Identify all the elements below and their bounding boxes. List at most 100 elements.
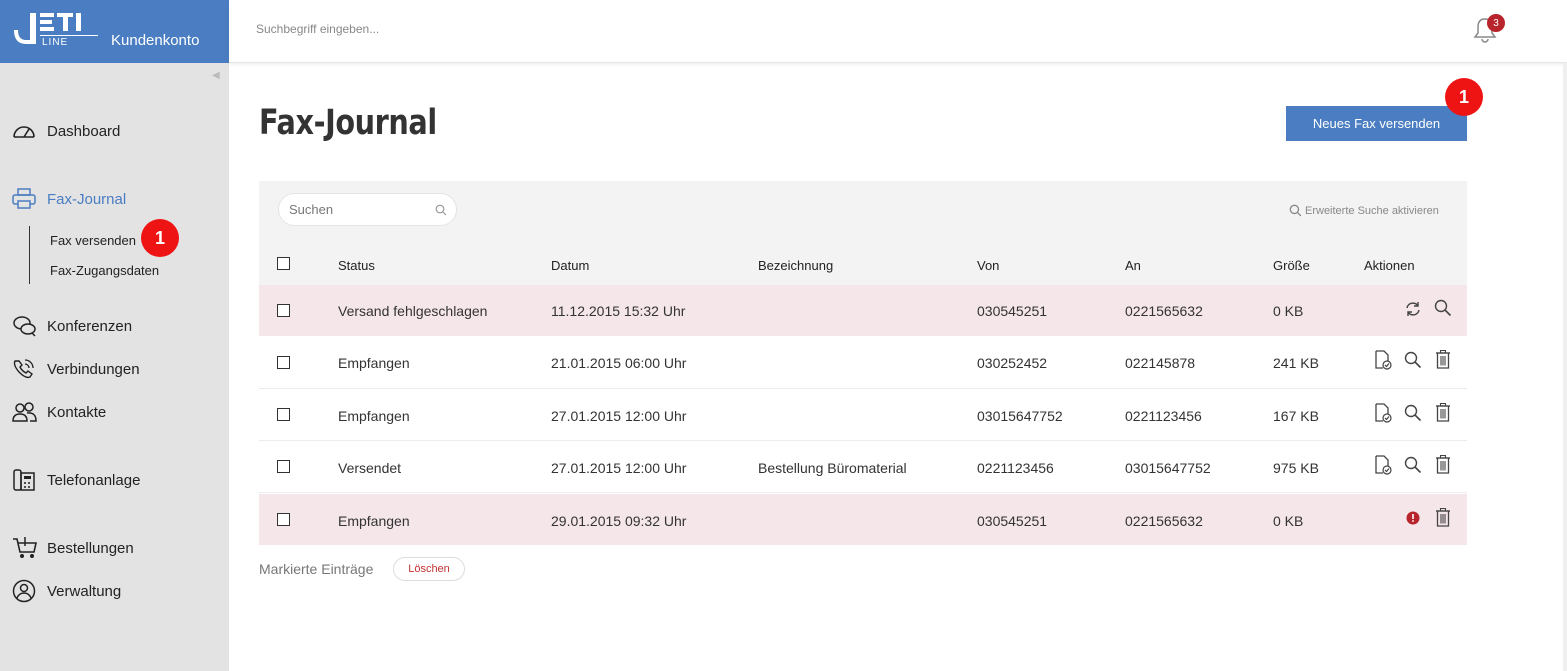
svg-text:LINE: LINE	[42, 37, 68, 48]
sidebar-item-label: Telefonanlage	[47, 471, 141, 489]
document-check-icon[interactable]	[1373, 455, 1393, 475]
row-size: 975 KB	[1273, 460, 1319, 476]
row-to: 03015647752	[1125, 460, 1211, 476]
submenu-line	[29, 226, 30, 284]
row-size: 0 KB	[1273, 303, 1304, 319]
column-header-an[interactable]: An	[1125, 258, 1141, 273]
step-marker: 1	[1445, 78, 1483, 116]
sidebar-item-bestellungen[interactable]: Bestellungen	[12, 536, 134, 560]
collapse-sidebar-icon[interactable]: ◀	[212, 70, 220, 81]
row-status: Versand fehlgeschlagen	[338, 303, 488, 319]
sidebar-item-verwaltung[interactable]: Verwaltung	[12, 579, 121, 603]
row-to: 0221565632	[1125, 513, 1203, 529]
sidebar-item-dashboard[interactable]: Dashboard	[12, 119, 120, 143]
row-from: 03015647752	[977, 408, 1063, 424]
notification-badge: 3	[1487, 14, 1505, 32]
row-date: 27.01.2015 12:00 Uhr	[551, 460, 687, 476]
new-fax-button[interactable]: Neues Fax versenden	[1286, 106, 1467, 141]
telephone-system-icon	[12, 469, 38, 491]
sidebar: LINE Kundenkonto ◀ Dashboard Fax-Journal…	[0, 0, 229, 671]
trash-icon[interactable]	[1433, 349, 1453, 369]
trash-icon[interactable]	[1433, 402, 1453, 422]
step-marker: 1	[141, 219, 179, 257]
sidebar-item-label: Konferenzen	[47, 317, 133, 335]
top-bar: 3	[229, 0, 1567, 63]
row-from: 030545251	[977, 303, 1048, 319]
sidebar-item-label: Verwaltung	[47, 582, 122, 600]
row-checkbox[interactable]	[277, 460, 290, 473]
search-icon	[1289, 204, 1302, 217]
row-status: Empfangen	[338, 513, 410, 529]
delete-marked-button[interactable]: Löschen	[393, 557, 465, 581]
row-size: 0 KB	[1273, 513, 1304, 529]
row-to: 0221565632	[1125, 303, 1203, 319]
speedometer-icon	[12, 120, 38, 142]
search-icon[interactable]	[1403, 350, 1423, 370]
row-date: 29.01.2015 09:32 Uhr	[551, 513, 687, 529]
column-header-groesse[interactable]: Größe	[1273, 258, 1310, 273]
row-size: 167 KB	[1273, 408, 1319, 424]
row-date: 11.12.2015 15:32 Uhr	[551, 303, 686, 319]
retry-icon[interactable]	[1403, 299, 1423, 319]
table-search	[278, 193, 457, 226]
brand-subtitle: Kundenkonto	[111, 32, 200, 49]
sidebar-subitem-fax-versenden[interactable]: Fax versenden	[50, 233, 136, 248]
advanced-search-link[interactable]: Erweiterte Suche aktivieren	[1289, 204, 1439, 217]
row-date: 27.01.2015 12:00 Uhr	[551, 408, 687, 424]
sidebar-item-telefonanlage[interactable]: Telefonanlage	[12, 468, 140, 492]
jeti-line-logo[interactable]: LINE	[10, 12, 100, 48]
sidebar-item-kontakte[interactable]: Kontakte	[12, 400, 106, 424]
sidebar-subitem-fax-zugangsdaten[interactable]: Fax-Zugangsdaten	[50, 263, 159, 278]
table-search-input[interactable]	[289, 202, 429, 217]
phone-icon	[12, 358, 38, 380]
row-status: Versendet	[338, 460, 402, 476]
trash-icon[interactable]	[1433, 507, 1453, 527]
column-header-status[interactable]: Status	[338, 258, 375, 273]
row-from: 030252452	[977, 355, 1048, 371]
column-header-bezeichnung[interactable]: Bezeichnung	[758, 258, 833, 273]
page-title: Fax-Journal	[259, 103, 437, 143]
scrollbar[interactable]	[1563, 63, 1567, 671]
trash-icon[interactable]	[1433, 454, 1453, 474]
sidebar-item-label: Fax-Journal	[47, 190, 127, 208]
row-to: 022145878	[1125, 355, 1196, 371]
global-search-input[interactable]	[256, 22, 576, 36]
row-date: 21.01.2015 06:00 Uhr	[551, 355, 687, 371]
column-header-von[interactable]: Von	[977, 258, 999, 273]
chat-bubbles-icon	[12, 315, 38, 337]
row-status: Empfangen	[338, 408, 410, 424]
marked-entries-label: Markierte Einträge	[259, 561, 374, 577]
column-header-aktionen: Aktionen	[1364, 258, 1415, 273]
row-checkbox[interactable]	[277, 513, 290, 526]
brand-bar: LINE Kundenkonto	[0, 0, 229, 63]
contacts-icon	[12, 401, 38, 423]
sidebar-item-label: Bestellungen	[47, 539, 134, 557]
sidebar-item-fax-journal[interactable]: Fax-Journal	[12, 187, 126, 211]
printer-icon	[12, 188, 38, 210]
document-check-icon[interactable]	[1373, 350, 1393, 370]
row-from: 0221123456	[977, 460, 1054, 476]
error-icon[interactable]	[1403, 508, 1423, 528]
row-checkbox[interactable]	[277, 408, 290, 421]
sidebar-item-label: Dashboard	[47, 122, 121, 140]
sidebar-item-label: Kontakte	[47, 403, 107, 421]
row-checkbox[interactable]	[277, 304, 290, 317]
advanced-search-label: Erweiterte Suche aktivieren	[1305, 204, 1439, 217]
column-header-datum[interactable]: Datum	[551, 258, 589, 273]
sidebar-item-konferenzen[interactable]: Konferenzen	[12, 314, 132, 338]
row-checkbox[interactable]	[277, 356, 290, 369]
sidebar-item-verbindungen[interactable]: Verbindungen	[12, 357, 140, 381]
sidebar-item-label: Verbindungen	[47, 360, 140, 378]
search-icon[interactable]	[1403, 403, 1423, 423]
row-to: 0221123456	[1125, 408, 1202, 424]
user-circle-icon	[12, 579, 38, 603]
row-size: 241 KB	[1273, 355, 1319, 371]
search-icon[interactable]	[1433, 298, 1453, 318]
search-icon[interactable]	[1403, 455, 1423, 475]
cart-icon	[12, 537, 38, 559]
row-from: 030545251	[977, 513, 1048, 529]
row-label: Bestellung Büromaterial	[758, 460, 907, 476]
select-all-checkbox[interactable]	[277, 257, 290, 270]
document-check-icon[interactable]	[1373, 403, 1393, 423]
search-icon[interactable]	[435, 204, 447, 216]
